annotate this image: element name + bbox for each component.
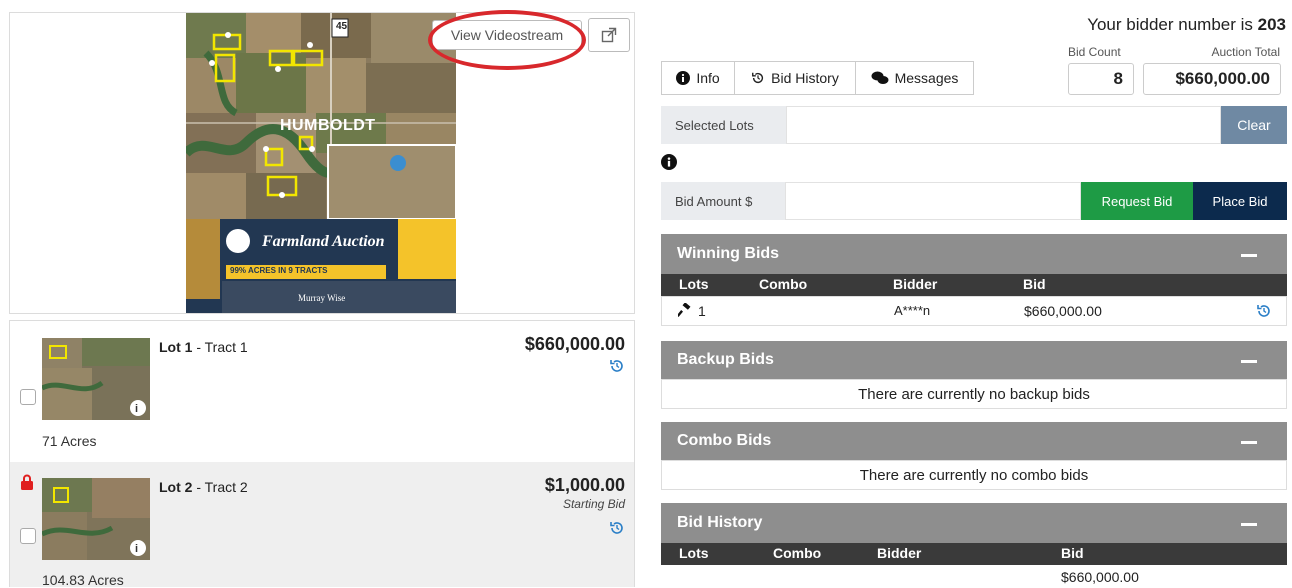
lot-2-label: Lot 2 xyxy=(159,479,193,495)
collapse-icon[interactable] xyxy=(1241,441,1257,444)
backup-bids-empty: There are currently no backup bids xyxy=(661,379,1287,409)
bidder-number-text: Your bidder number is 203 xyxy=(1087,15,1286,35)
info-circle-icon xyxy=(676,71,691,85)
lot-1-history-icon[interactable] xyxy=(609,358,625,379)
winning-bid-amount: $660,000.00 xyxy=(1024,303,1102,319)
winning-bid-bidder: A****n xyxy=(894,303,931,318)
lot-1-thumbnail[interactable]: i xyxy=(42,338,150,420)
external-link-button[interactable] xyxy=(588,18,630,52)
bid-amount-label: Bid Amount $ xyxy=(661,182,785,220)
combo-bids-header[interactable]: Combo Bids xyxy=(661,422,1287,460)
comments-icon xyxy=(871,71,889,84)
bid-count-label: Bid Count xyxy=(1068,45,1121,59)
lot-2-thumbnail[interactable]: i xyxy=(42,478,150,560)
col-bid: Bid xyxy=(1023,276,1046,292)
lot-1-label: Lot 1 xyxy=(159,339,193,355)
collapse-icon[interactable] xyxy=(1241,254,1257,257)
external-link-icon xyxy=(601,27,617,43)
clear-button[interactable]: Clear xyxy=(1221,106,1287,144)
tab-messages[interactable]: Messages xyxy=(855,61,974,95)
tab-bid-history-label: Bid History xyxy=(771,70,839,86)
svg-text:i: i xyxy=(135,403,138,415)
town-label: HUMBOLDT xyxy=(280,117,376,134)
collapse-icon[interactable] xyxy=(1241,523,1257,526)
highlight-oval xyxy=(428,10,586,70)
combo-bids-title: Combo Bids xyxy=(677,432,772,449)
backup-bids-title: Backup Bids xyxy=(677,351,774,368)
svg-text:i: i xyxy=(135,543,138,555)
lot-2-tract: - Tract 2 xyxy=(192,479,248,495)
lot-2-price: $1,000.00 xyxy=(544,475,625,495)
lot-2-price-note: Starting Bid xyxy=(562,497,625,511)
banner-title: Farmland Auction xyxy=(262,233,385,250)
col-bid: Bid xyxy=(1061,545,1084,561)
lot-1-checkbox[interactable] xyxy=(20,389,36,405)
bid-amount-input[interactable] xyxy=(785,182,1081,220)
history-icon xyxy=(752,72,764,84)
col-bidder: Bidder xyxy=(877,545,922,561)
winning-bid-row: 1 A****n $660,000.00 xyxy=(661,296,1287,326)
lot-1-title[interactable]: Lot 1 - Tract 1 xyxy=(159,339,248,355)
place-bid-button[interactable]: Place Bid xyxy=(1193,182,1287,220)
col-combo: Combo xyxy=(773,545,822,561)
property-map-image[interactable]: 45 HUMBOLDT Farmland Auction 99% ACRES I… xyxy=(186,13,456,313)
lot-2-title[interactable]: Lot 2 - Tract 2 xyxy=(159,479,248,495)
winning-bids-title: Winning Bids xyxy=(677,245,780,262)
auction-total-label: Auction Total xyxy=(1211,45,1281,59)
winning-bid-lot: 1 xyxy=(698,303,706,319)
lot-1-tract: - Tract 1 xyxy=(192,339,248,355)
bid-history-title: Bid History xyxy=(677,514,763,531)
gavel-icon xyxy=(676,302,692,320)
lot-1-acres: 71 Acres xyxy=(42,433,97,449)
winning-bids-table-head: Lots Combo Bidder Bid xyxy=(661,274,1287,296)
bid-history-header[interactable]: Bid History xyxy=(661,503,1287,543)
info-icon[interactable] xyxy=(661,154,677,175)
lot-2-history-icon[interactable] xyxy=(609,520,625,541)
tab-info-label: Info xyxy=(696,70,720,86)
winning-bids-header[interactable]: Winning Bids xyxy=(661,234,1287,274)
selected-lots-input[interactable] xyxy=(786,106,1221,144)
tab-bid-history[interactable]: Bid History xyxy=(734,61,856,95)
bid-history-row: $660,000.00 xyxy=(661,565,1287,587)
col-bidder: Bidder xyxy=(893,276,938,292)
bidder-prefix: Your bidder number is xyxy=(1087,15,1258,34)
bid-history-table-head: Lots Combo Bidder Bid xyxy=(661,543,1287,565)
lot-1-price: $660,000.00 xyxy=(524,334,625,354)
bid-history-amount: $660,000.00 xyxy=(1061,569,1139,585)
col-combo: Combo xyxy=(759,276,808,292)
banner-acres: 99% ACRES IN 9 TRACTS xyxy=(230,266,328,275)
request-bid-button[interactable]: Request Bid xyxy=(1081,182,1193,220)
winning-bid-history-icon[interactable] xyxy=(1256,303,1272,322)
bid-count-box: 8 xyxy=(1068,63,1134,95)
combo-bids-empty: There are currently no combo bids xyxy=(661,460,1287,490)
lot-2-acres: 104.83 Acres xyxy=(42,572,124,588)
auction-total-box: $660,000.00 xyxy=(1143,63,1281,95)
col-lots: Lots xyxy=(679,276,709,292)
bidder-number: 203 xyxy=(1257,15,1286,34)
lot-2-checkbox[interactable] xyxy=(20,528,36,544)
banner-company: Murray Wise xyxy=(298,293,346,303)
tab-info[interactable]: Info xyxy=(661,61,735,95)
selected-lots-label: Selected Lots xyxy=(661,106,786,144)
collapse-icon[interactable] xyxy=(1241,360,1257,363)
col-lots: Lots xyxy=(679,545,709,561)
lock-icon xyxy=(20,474,34,495)
route-label: 45 xyxy=(336,21,348,32)
tab-messages-label: Messages xyxy=(894,70,959,86)
backup-bids-header[interactable]: Backup Bids xyxy=(661,341,1287,379)
